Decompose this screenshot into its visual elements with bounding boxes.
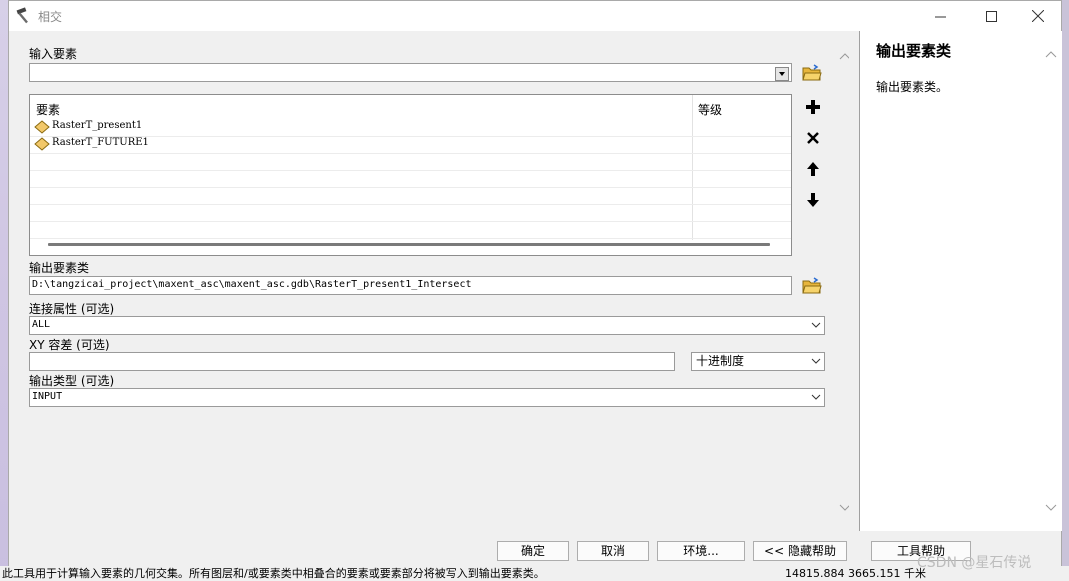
table-header: 要素 等级 [30, 95, 791, 119]
column-header-rank[interactable]: 等级 [698, 101, 722, 118]
close-icon [1032, 10, 1044, 22]
output-type-value: INPUT [32, 391, 63, 402]
window-title: 相交 [38, 10, 63, 24]
ok-button[interactable]: 确定 [497, 541, 569, 561]
minimize-icon [934, 16, 946, 17]
maximize-icon [985, 10, 997, 22]
table-row[interactable] [30, 204, 791, 222]
folder-open-icon [802, 64, 822, 81]
horizontal-scrollbar[interactable] [48, 243, 770, 246]
input-features-table: 要素 等级 RasterT_present1 RasterT_FUTURE1 [29, 94, 792, 256]
chevron-down-icon [811, 322, 821, 328]
chevron-down-icon [811, 358, 821, 364]
xy-tolerance-unit-select[interactable]: 十进制度 [691, 352, 825, 371]
remove-row-button[interactable] [802, 127, 824, 149]
minimize-button[interactable] [917, 1, 963, 31]
join-attributes-value: ALL [32, 319, 51, 330]
arrow-down-icon [807, 193, 819, 207]
output-type-select[interactable]: INPUT [29, 388, 825, 407]
browse-input-button[interactable] [801, 62, 823, 84]
environments-button[interactable]: 环境... [657, 541, 745, 561]
title-bar: 相交 [9, 1, 1061, 31]
watermark: CSDN @星石传说 [917, 555, 1032, 571]
join-attributes-label: 连接属性 (可选) [29, 302, 115, 316]
polygon-feature-icon [34, 137, 50, 151]
help-body: 输出要素类。 [876, 80, 949, 94]
status-coordinates: 14815.884 3665.151 千米 [785, 567, 926, 580]
background-status-bar: 此工具用于计算输入要素的几何交集。所有图层和/或要素类中相叠合的要素或要素部分将… [0, 566, 1069, 581]
table-row[interactable] [30, 153, 791, 171]
help-title: 输出要素类 [876, 42, 952, 60]
feature-name: RasterT_present1 [52, 120, 143, 131]
xy-tolerance-unit: 十进制度 [696, 354, 745, 368]
browse-output-button[interactable] [801, 275, 823, 297]
arrow-up-icon [807, 162, 819, 176]
output-fc-field[interactable]: D:\tangzicai_project\maxent_asc\maxent_a… [29, 276, 792, 295]
table-row[interactable]: RasterT_FUTURE1 [30, 136, 791, 154]
close-button[interactable] [1015, 1, 1061, 31]
add-row-button[interactable] [802, 96, 824, 118]
input-features-label: 输入要素 [29, 47, 78, 61]
plus-icon [806, 100, 820, 114]
join-attributes-select[interactable]: ALL [29, 316, 825, 335]
folder-open-icon [802, 277, 822, 294]
hammer-icon [16, 7, 28, 24]
table-row[interactable] [30, 170, 791, 188]
xy-tolerance-label: XY 容差 (可选) [29, 338, 110, 352]
maximize-button[interactable] [968, 1, 1014, 31]
move-up-button[interactable] [802, 158, 824, 180]
input-features-combo[interactable] [29, 63, 792, 82]
scroll-up-icon[interactable] [1045, 49, 1057, 59]
polygon-feature-icon [34, 120, 50, 134]
panel-splitter[interactable] [849, 31, 859, 531]
dialog-footer: 确定 取消 环境... << 隐藏帮助 工具帮助 [9, 531, 1061, 567]
intersect-dialog: 相交 输入要素 要素 等级 RasterT_present1 RasterT_F… [8, 0, 1062, 567]
output-fc-label: 输出要素类 [29, 261, 90, 275]
hide-help-button[interactable]: << 隐藏帮助 [753, 541, 847, 561]
help-panel: 输出要素类 输出要素类。 [859, 31, 1062, 531]
output-type-label: 输出类型 (可选) [29, 374, 115, 388]
chevron-down-icon [811, 394, 821, 400]
xy-tolerance-input[interactable] [29, 352, 675, 371]
chevron-down-icon[interactable] [775, 67, 789, 81]
parameters-panel: 输入要素 要素 等级 RasterT_present1 RasterT_FUTU… [9, 31, 851, 531]
output-fc-value: D:\tangzicai_project\maxent_asc\maxent_a… [32, 279, 472, 290]
cancel-button[interactable]: 取消 [577, 541, 649, 561]
column-header-feature[interactable]: 要素 [36, 101, 60, 118]
scroll-down-icon[interactable] [1045, 503, 1057, 513]
move-down-button[interactable] [802, 189, 824, 211]
status-text: 此工具用于计算输入要素的几何交集。所有图层和/或要素类中相叠合的要素或要素部分将… [2, 567, 545, 580]
table-row[interactable]: RasterT_present1 [30, 119, 791, 137]
feature-name: RasterT_FUTURE1 [52, 137, 149, 148]
remove-x-icon [807, 132, 819, 144]
table-row[interactable] [30, 221, 791, 239]
table-row[interactable] [30, 187, 791, 205]
